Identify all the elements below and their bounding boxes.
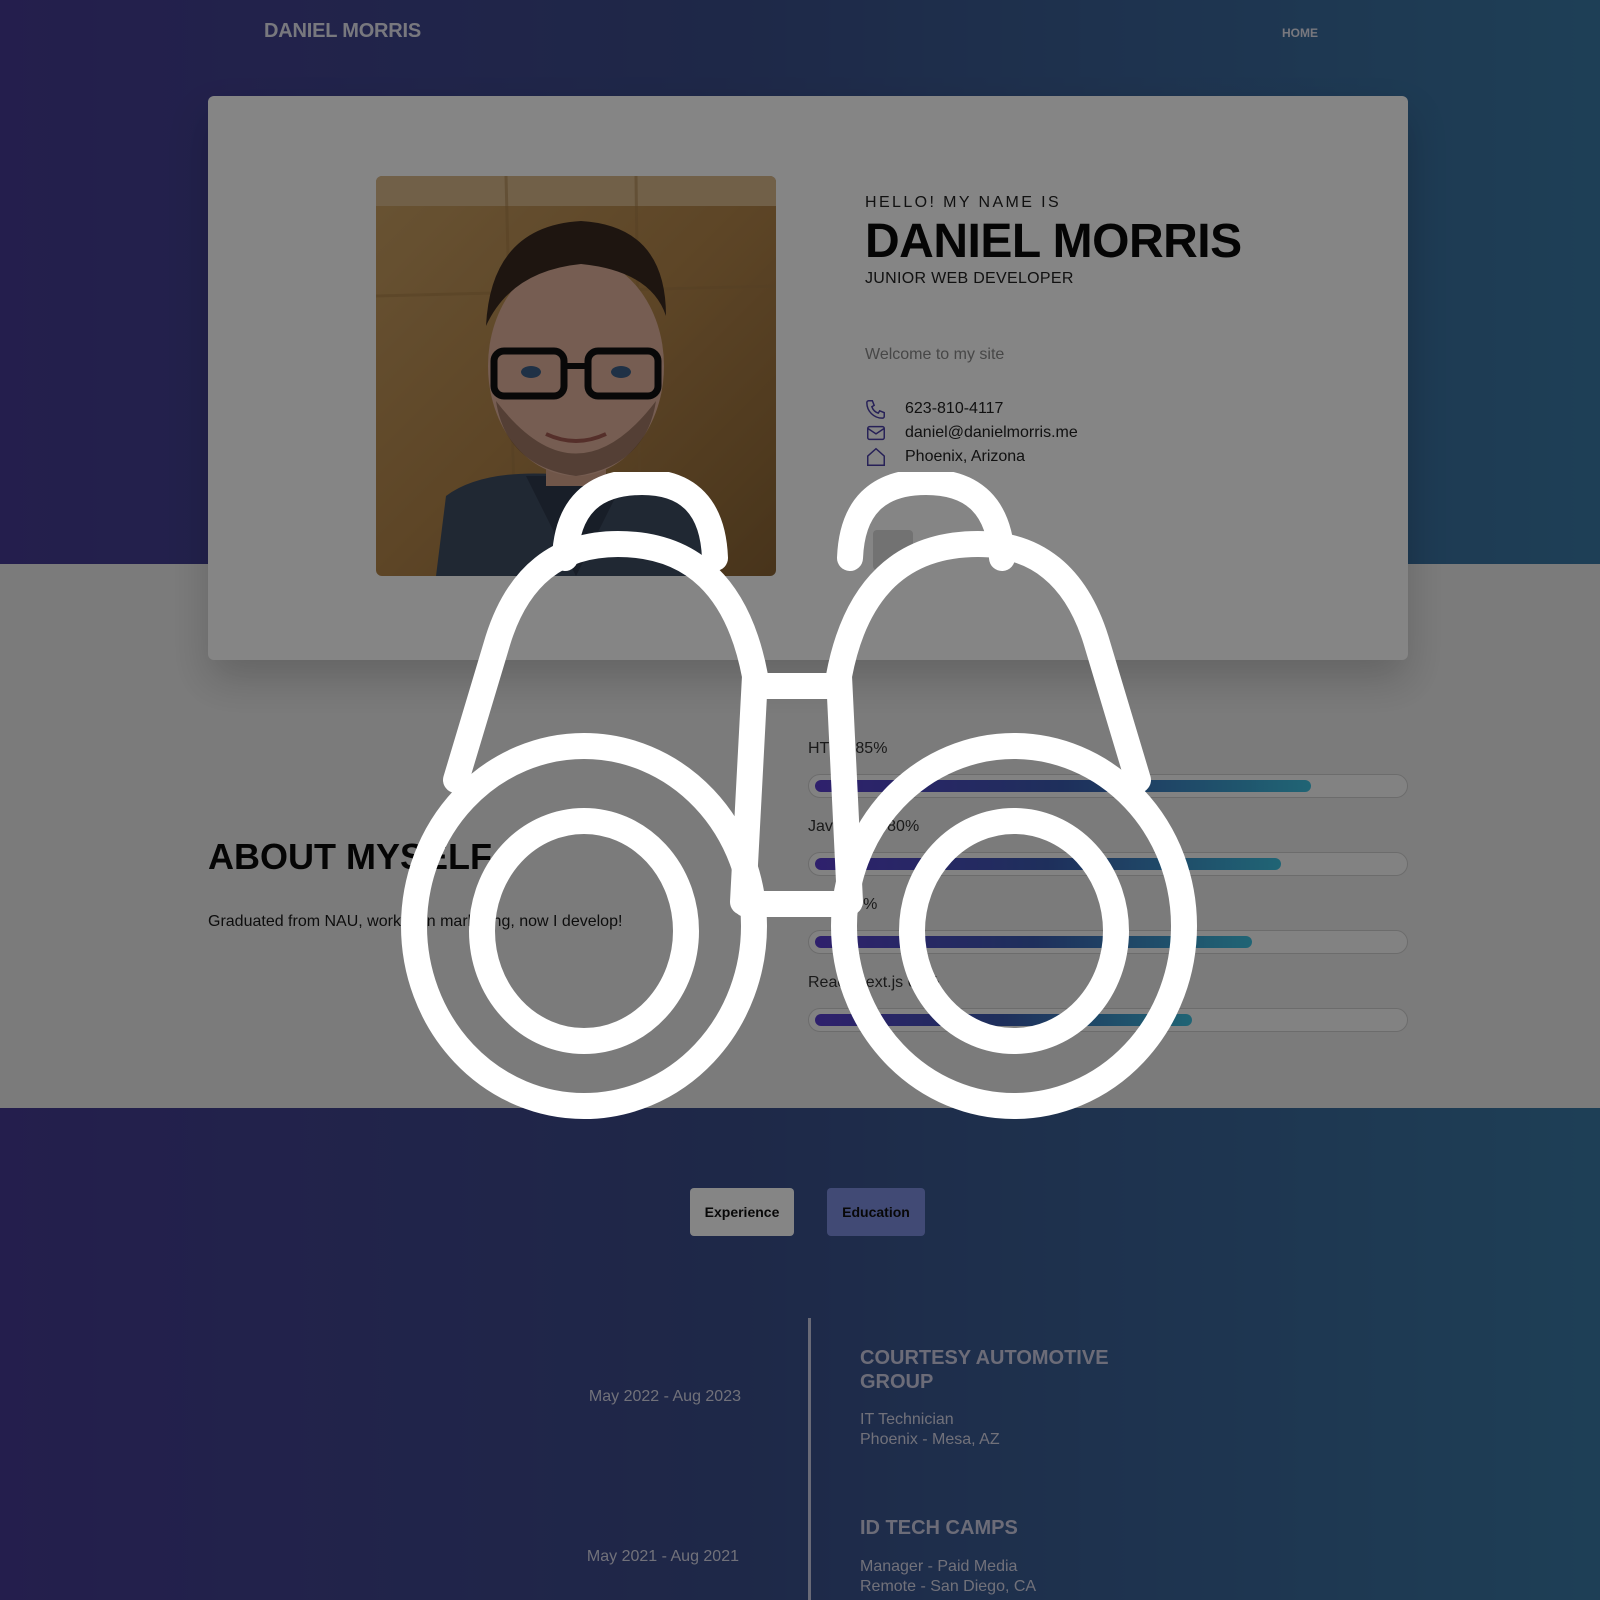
binoculars-icon [401,472,1197,1119]
